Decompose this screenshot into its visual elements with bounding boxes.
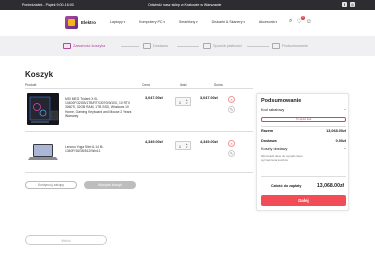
step-summary[interactable]: Podsumowanie	[272, 43, 308, 49]
step-cart-label: Zawartość koszyka	[73, 44, 106, 48]
nav-laptops[interactable]: Laptopy	[110, 20, 125, 24]
discount-code-input[interactable]: Tu wpisz kod	[261, 117, 346, 122]
net-label: Razem	[261, 129, 274, 133]
step-divider	[177, 46, 199, 47]
step-divider	[247, 46, 269, 47]
delivery-value: 0.00zł	[335, 139, 346, 143]
product-image-laptop[interactable]	[27, 140, 59, 164]
total-label: Całość do zapłaty	[271, 184, 302, 188]
stepper-arrows-icon[interactable]: ▲ ▼	[186, 99, 188, 105]
col-sum: Suma	[214, 83, 223, 87]
step-delivery-label: Dostawa	[153, 44, 168, 48]
net-value: 13,068.00zł	[326, 129, 346, 133]
product-name[interactable]: Lenovo Yoga Slim 6-14 i5-1340P/16GB/512/…	[65, 145, 135, 153]
col-product: Produkt	[25, 83, 37, 87]
shipping-info: Wprowadź dane do wysyłki celem wyznaczen…	[261, 154, 303, 162]
quantity-value: 1	[179, 100, 181, 105]
discount-label: Kod rabatowy	[261, 108, 285, 112]
delivery-row: Dostawa 0.00zł	[261, 139, 346, 143]
shipping-label: Koszty dostawy	[261, 147, 288, 151]
product-sum: 4,349.00zł	[200, 140, 218, 144]
quantity-stepper[interactable]: 1 ▲ ▼	[175, 97, 191, 106]
col-qty: Ilość	[180, 83, 187, 87]
card-icon	[203, 43, 211, 49]
remove-item-button[interactable]: ×	[228, 140, 235, 147]
edit-icon[interactable]: ✎	[228, 106, 235, 113]
brand-name[interactable]: Elektro	[81, 20, 96, 25]
divider	[261, 176, 346, 177]
divider	[25, 131, 253, 132]
nav-smartphones[interactable]: Smartfony	[179, 20, 198, 24]
step-payment-label: Sposób płatności	[213, 44, 242, 48]
remove-item-button[interactable]: ×	[228, 96, 235, 103]
facebook-icon[interactable]: f	[342, 2, 347, 7]
cart-step-icon	[63, 43, 71, 49]
edit-icon[interactable]: ✎	[228, 150, 235, 157]
step-divider	[121, 46, 139, 47]
checkout-steps: Zawartość koszyka Dostawa Sposób płatnoś…	[0, 36, 375, 56]
product-sum: 3,047.00zł	[200, 96, 218, 100]
total-value: 13,068.00zł	[316, 183, 344, 189]
page-title: Koszyk	[25, 70, 54, 79]
step-delivery[interactable]: Dostawa	[143, 43, 168, 49]
discount-row[interactable]: Kod rabatowy −	[261, 108, 346, 112]
truck-icon	[143, 43, 151, 49]
stepper-arrows-icon[interactable]: ▲ ▼	[186, 143, 188, 149]
divider	[261, 126, 346, 127]
nav-printers[interactable]: Drukarki & Skanery	[212, 20, 245, 24]
order-summary: Podsumowanie Kod rabatowy − Tu wpisz kod…	[256, 93, 349, 211]
col-price: Cena	[142, 83, 150, 87]
user-icon[interactable]: ☺	[306, 19, 312, 25]
collapse-icon[interactable]: −	[344, 108, 346, 112]
instagram-icon[interactable]: ◎	[350, 2, 355, 7]
opening-hours: Poniedziałek - Piątek 9:00-16:00	[22, 3, 74, 7]
divider	[25, 172, 253, 173]
quantity-value: 1	[179, 144, 181, 149]
product-image-pc[interactable]	[27, 93, 59, 125]
logo-icon[interactable]	[65, 16, 78, 29]
product-price: 3,047.00zł	[145, 96, 163, 100]
store-notice: Odwiedź nasz sklep w Krakowie w Warszawi…	[148, 3, 222, 7]
search-icon[interactable]: ⌕	[289, 18, 292, 25]
next-button[interactable]: Dalej	[261, 195, 346, 206]
continue-shopping-button[interactable]: Kontynuuj zakupy	[25, 181, 77, 189]
summary-title: Podsumowanie	[261, 98, 302, 104]
shipping-row[interactable]: Koszty dostawy −	[261, 147, 346, 151]
wishlist-icon[interactable]: ♡ 0	[296, 16, 305, 25]
divider	[25, 88, 253, 89]
clear-cart-button[interactable]: Wyczyść koszyk	[84, 181, 136, 189]
wishlist-badge: 0	[300, 16, 305, 20]
product-price: 4,349.00zł	[145, 140, 163, 144]
main-nav: Laptopy Komputery PC Smartfony Drukarki …	[110, 20, 277, 24]
step-summary-label: Podsumowanie	[282, 44, 308, 48]
net-row: Razem 13,068.00zł	[261, 129, 346, 133]
step-cart[interactable]: Zawartość koszyka	[63, 43, 105, 49]
product-name[interactable]: MSI MEG Trident X i5-10400F/32GB/1TB/RTX…	[65, 97, 135, 118]
delivery-label: Dostawa	[261, 139, 277, 143]
check-icon	[272, 43, 280, 49]
site-header: Elektro Laptopy Komputery PC Smartfony D…	[0, 10, 375, 36]
quantity-stepper[interactable]: 1 ▲ ▼	[175, 141, 191, 150]
collapse-icon[interactable]: −	[344, 147, 346, 151]
top-info-bar: Poniedziałek - Piątek 9:00-16:00 Odwiedź…	[0, 0, 375, 10]
back-button[interactable]: Wróć	[25, 235, 107, 245]
nav-accessories[interactable]: Akcesoria	[259, 20, 277, 24]
nav-pc[interactable]: Komputery PC	[139, 20, 165, 24]
step-payment[interactable]: Sposób płatności	[203, 43, 242, 49]
